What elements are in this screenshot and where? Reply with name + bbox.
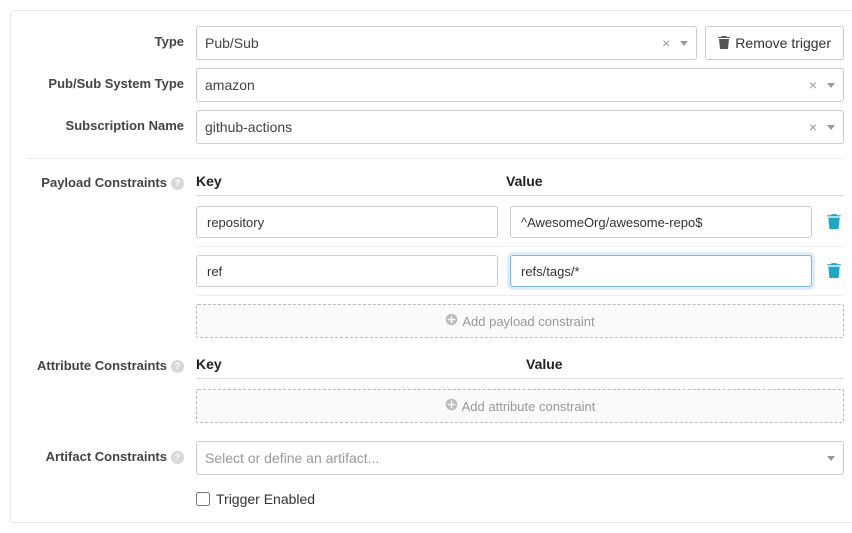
delete-row-button[interactable]: [824, 262, 844, 281]
chevron-down-icon: [827, 456, 835, 461]
artifact-placeholder: Select or define an artifact...: [205, 450, 823, 466]
subscription-name-select[interactable]: github-actions ×: [196, 110, 844, 144]
payload-constraint-row: [196, 255, 844, 296]
type-select-value: Pub/Sub: [205, 35, 656, 51]
payload-constraint-row: [196, 206, 844, 247]
delete-row-button[interactable]: [824, 213, 844, 232]
divider: [26, 158, 844, 159]
artifact-constraints-label: Artifact Constraints?: [26, 441, 196, 464]
subscription-name-label: Subscription Name: [26, 110, 196, 133]
type-select[interactable]: Pub/Sub ×: [196, 26, 697, 60]
trash-icon: [827, 262, 841, 278]
subscription-name-value: github-actions: [205, 119, 803, 135]
attribute-value-header: Value: [526, 356, 844, 372]
attribute-constraints-label: Attribute Constraints?: [26, 356, 196, 373]
artifact-constraints-select[interactable]: Select or define an artifact...: [196, 441, 844, 475]
pubsub-system-type-value: amazon: [205, 77, 803, 93]
remove-trigger-label: Remove trigger: [735, 35, 831, 51]
chevron-down-icon: [827, 125, 835, 130]
payload-value-input[interactable]: [510, 255, 812, 287]
add-payload-label: Add payload constraint: [462, 314, 594, 329]
plus-circle-icon: [445, 398, 458, 414]
trash-icon: [718, 35, 730, 52]
payload-headers: Key Value: [196, 173, 844, 196]
type-clear-icon[interactable]: ×: [656, 35, 676, 51]
payload-value-input[interactable]: [510, 206, 812, 238]
artifact-constraints-row: Artifact Constraints? Select or define a…: [26, 441, 844, 475]
payload-constraints-section: Payload Constraints? Key Value: [26, 173, 844, 338]
trigger-enabled-row: Trigger Enabled: [26, 487, 844, 507]
type-row: Type Pub/Sub × Remove trigger: [26, 26, 844, 60]
pubsub-system-type-row: Pub/Sub System Type amazon ×: [26, 68, 844, 102]
trigger-config-panel: Type Pub/Sub × Remove trigger Pub/Sub Sy…: [10, 10, 852, 523]
add-attribute-constraint-button[interactable]: Add attribute constraint: [196, 389, 844, 423]
chevron-down-icon: [680, 41, 688, 46]
trigger-enabled-label: Trigger Enabled: [216, 491, 315, 507]
add-attribute-label: Add attribute constraint: [462, 399, 596, 414]
trigger-enabled-checkbox[interactable]: [196, 492, 210, 506]
pubsub-clear-icon[interactable]: ×: [803, 77, 823, 93]
payload-key-input[interactable]: [196, 206, 498, 238]
type-label: Type: [26, 26, 196, 49]
trash-icon: [827, 213, 841, 229]
payload-key-input[interactable]: [196, 255, 498, 287]
attribute-headers: Key Value: [196, 356, 844, 379]
payload-key-header: Key: [196, 173, 506, 189]
pubsub-system-type-select[interactable]: amazon ×: [196, 68, 844, 102]
payload-constraints-label: Payload Constraints?: [26, 173, 196, 190]
add-payload-constraint-button[interactable]: Add payload constraint: [196, 304, 844, 338]
remove-trigger-button[interactable]: Remove trigger: [705, 26, 844, 60]
payload-value-header: Value: [506, 173, 816, 189]
help-icon[interactable]: ?: [171, 360, 184, 373]
chevron-down-icon: [827, 83, 835, 88]
subscription-name-row: Subscription Name github-actions ×: [26, 110, 844, 144]
help-icon[interactable]: ?: [171, 451, 184, 464]
plus-circle-icon: [445, 313, 458, 329]
subscription-clear-icon[interactable]: ×: [803, 119, 823, 135]
attribute-key-header: Key: [196, 356, 514, 372]
attribute-constraints-section: Attribute Constraints? Key Value Add att…: [26, 356, 844, 423]
help-icon[interactable]: ?: [171, 177, 184, 190]
pubsub-system-type-label: Pub/Sub System Type: [26, 68, 196, 91]
